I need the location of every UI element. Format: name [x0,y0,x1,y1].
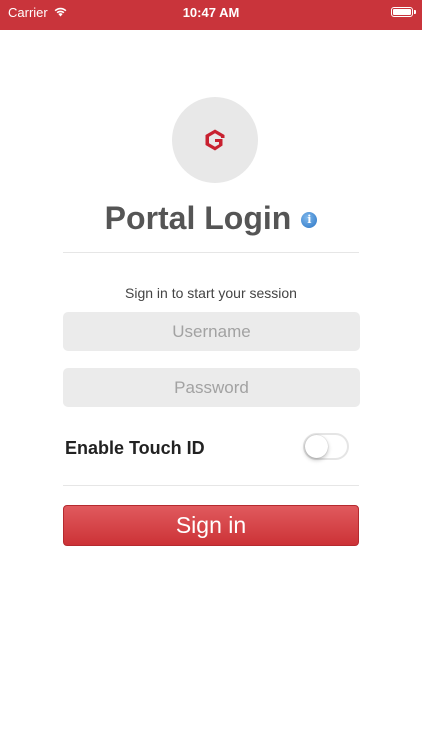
sign-in-button[interactable]: Sign in [63,505,359,546]
touch-id-label: Enable Touch ID [65,438,205,458]
info-icon[interactable]: i [301,212,318,228]
status-bar: Carrier 10:47 AM [0,0,422,30]
password-input[interactable] [63,368,360,407]
login-screen: Carrier 10:47 AM Portal Login i Sign in … [0,0,422,750]
login-subtitle: Sign in to start your session [125,285,297,301]
page-title: Portal Login [104,199,292,236]
username-input[interactable] [63,312,360,351]
status-time: 10:47 AM [182,5,240,20]
toggle-knob [305,435,328,458]
battery-level [393,9,411,15]
battery-icon [391,7,416,17]
g-logo-icon [205,129,225,151]
touch-id-toggle[interactable] [303,433,349,460]
divider-top [63,252,359,253]
title-row: Portal Login i [0,196,422,240]
app-logo [172,97,258,183]
divider-bottom [63,485,359,486]
